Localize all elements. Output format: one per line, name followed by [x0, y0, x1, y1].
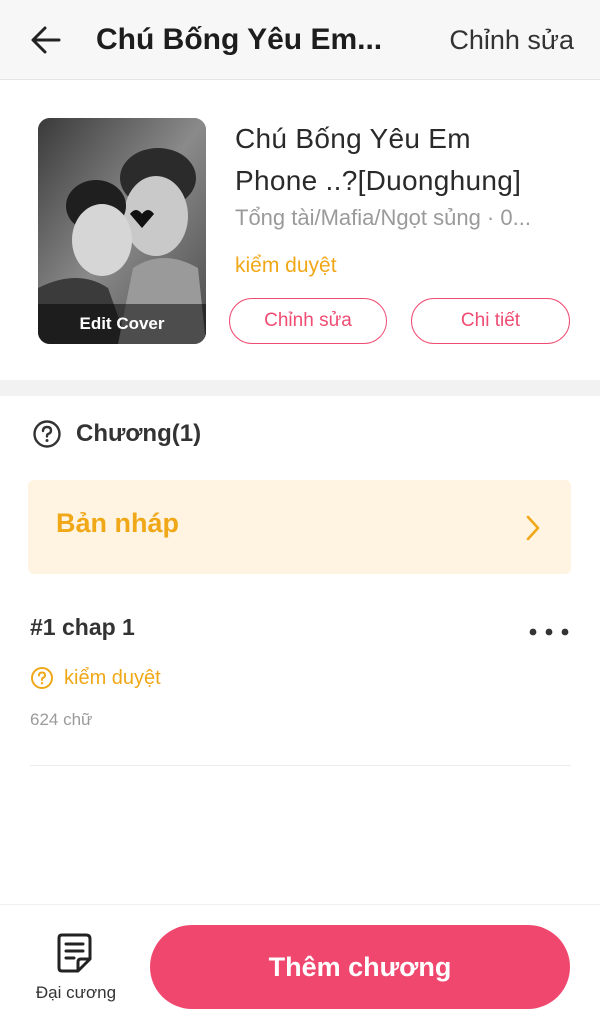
draft-row[interactable]: Bản nháp	[28, 480, 571, 574]
edit-cover-label: Edit Cover	[38, 304, 206, 344]
chapter-word-count: 624 chữ	[30, 710, 93, 729]
bottom-bar: Đại cương Thêm chương	[0, 904, 600, 1026]
story-genre: Tổng tài/Mafia/Ngọt sủng · 0...	[235, 205, 531, 230]
chapter-title: #1 chap 1	[30, 614, 135, 640]
story-title-line-1: Chú Bống Yêu Em	[235, 123, 471, 154]
chevron-right-icon	[526, 515, 540, 541]
back-button[interactable]	[24, 18, 68, 62]
more-horizontal-icon	[529, 628, 569, 636]
story-title: Chú Bống Yêu Em Phone ..?[Duonghung]	[235, 118, 575, 202]
draft-label: Bản nháp	[56, 508, 180, 538]
arrow-left-icon	[31, 26, 61, 54]
chapter-status-label: kiểm duyệt	[64, 666, 161, 689]
outline-button[interactable]: Đại cương	[26, 927, 126, 1007]
story-title-line-2: Phone ..?[Duonghung]	[235, 165, 522, 196]
edit-story-button[interactable]: Chỉnh sửa	[229, 298, 387, 344]
chapter-count-label: Chương(1)	[76, 420, 202, 447]
question-circle-icon	[31, 667, 53, 689]
document-icon	[57, 933, 92, 973]
story-detail-button[interactable]: Chi tiết	[411, 298, 570, 344]
story-cover[interactable]: Edit Cover	[38, 118, 206, 344]
chapter-more-button[interactable]	[527, 618, 571, 646]
chapter-list-item[interactable]: #1 chap 1 kiểm duyệt 624 chữ	[30, 606, 571, 766]
add-chapter-button[interactable]: Thêm chương	[150, 925, 570, 1009]
outline-label: Đại cương	[35, 983, 117, 1002]
story-info: Edit Cover Chú Bống Yêu Em Phone ..?[Duo…	[0, 80, 600, 380]
question-circle-icon[interactable]	[32, 419, 62, 449]
page-title: Chú Bống Yêu Em...	[96, 23, 383, 56]
header-edit-button[interactable]: Chỉnh sửa	[449, 20, 574, 60]
section-divider	[0, 380, 600, 396]
story-status: kiểm duyệt	[235, 254, 337, 277]
top-bar: Chú Bống Yêu Em... Chỉnh sửa	[0, 0, 600, 80]
chapter-section-header: Chương(1)	[32, 416, 201, 452]
chapter-status: kiểm duyệt	[30, 666, 161, 690]
